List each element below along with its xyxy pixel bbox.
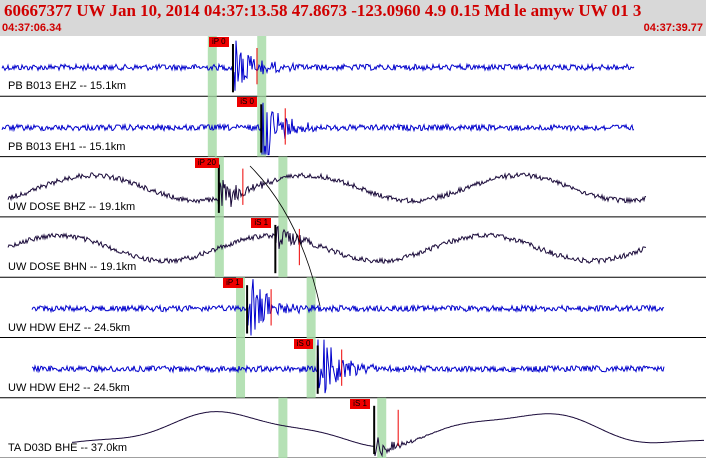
start-time: 04:37:06.34 (2, 22, 62, 34)
pick-window (236, 337, 246, 398)
waveform-trace (7, 225, 647, 265)
channel-label: PB B013 EHZ -- 15.1km (8, 80, 126, 93)
pick-flag[interactable]: iP 0 (208, 37, 229, 47)
channel-label: UW HDW EH2 -- 24.5km (8, 381, 130, 394)
event-title: 60667377 UW Jan 10, 2014 04:37:13.58 47.… (4, 1, 642, 20)
channel-label: UW DOSE BHN -- 19.1km (8, 261, 137, 274)
pick-flag[interactable]: iS 0 (237, 97, 258, 108)
waveform-trace (71, 411, 704, 458)
end-time: 04:37:39.77 (643, 22, 703, 34)
seismogram-traces (0, 36, 706, 459)
channel-label: UW HDW EHZ -- 24.5km (8, 321, 131, 334)
pick-flag[interactable]: iS 0 (293, 338, 314, 349)
pick-flag[interactable]: iP 20 (194, 157, 219, 168)
header-bar: 60667377 UW Jan 10, 2014 04:37:13.58 47.… (0, 0, 706, 36)
pick-flag[interactable]: iP 1 (223, 278, 243, 289)
channel-label: TA D03D BHE -- 37.0km (8, 442, 127, 455)
pick-flag[interactable]: iS 1 (350, 398, 370, 409)
channel-label: PB B013 EH1 -- 15.1km (8, 140, 126, 153)
channel-label: UW DOSE BHZ -- 19.1km (8, 200, 136, 213)
pick-flag[interactable]: iS 1 (251, 217, 272, 228)
pick-window (278, 397, 288, 459)
